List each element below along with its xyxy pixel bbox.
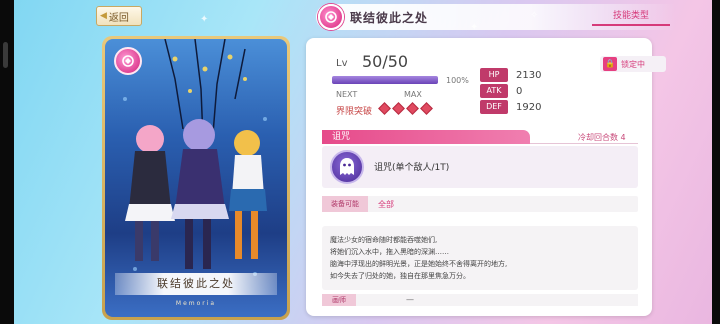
artist-key: 画师 <box>322 294 356 306</box>
stat-key: DEF <box>480 100 508 114</box>
memoria-icon <box>318 4 344 30</box>
limit-break-diamond-icon <box>420 102 433 115</box>
back-label: 返回 <box>108 12 129 24</box>
stat-def: DEF 1920 <box>480 100 541 114</box>
stat-hp: HP 2130 <box>480 68 541 82</box>
max-label: MAX <box>404 90 422 99</box>
curse-ghost-icon[interactable] <box>330 150 364 184</box>
skill-box <box>322 146 638 188</box>
artist-value: — <box>406 295 414 304</box>
skill-tab: 诅咒 <box>322 130 530 144</box>
description-line: 如今失去了归处的她，独自在那里焦急万分。 <box>330 272 470 280</box>
limit-break-diamonds <box>378 102 433 115</box>
skill-type-button[interactable]: 技能类型 <box>592 8 670 26</box>
skill-name: 诅咒(单个敌人/1T) <box>374 163 450 173</box>
limit-break-label: 界限突破 <box>336 107 373 117</box>
description-line: 魔法少女的宿命随时都能吞噬她们, <box>330 236 438 244</box>
stat-key: HP <box>480 68 508 82</box>
camera-cutout <box>3 42 8 68</box>
card-artwork: 联结彼此之处 Memoria <box>105 39 287 317</box>
stat-value: 2130 <box>516 69 542 81</box>
level-progress-fill <box>332 76 438 84</box>
stat-value: 1920 <box>516 101 542 113</box>
equip-row <box>322 196 638 212</box>
lock-toggle[interactable]: 🔒 锁定中 <box>600 56 666 72</box>
sparkle-icon: ✦ <box>200 14 209 25</box>
equip-value: 全部 <box>378 200 394 209</box>
page-title: 联结彼此之处 <box>350 11 429 25</box>
back-chevron-icon: ◀ <box>100 11 107 21</box>
description-box: 魔法少女的宿命随时都能吞噬她们, 将她们沉入水中，拖入黑暗的深渊…… 脑海中浮现… <box>322 226 638 290</box>
lock-icon: 🔒 <box>603 57 617 71</box>
card-name: 联结彼此之处 <box>115 273 277 295</box>
device-right-bezel <box>712 0 720 324</box>
level-progress-bar <box>332 76 438 84</box>
stat-value: 0 <box>516 85 523 97</box>
level-label: Lv <box>336 58 348 69</box>
next-label: NEXT <box>336 90 358 99</box>
limit-break-diamond-icon <box>406 102 419 115</box>
limit-break-diamond-icon <box>378 102 391 115</box>
lock-label: 锁定中 <box>621 59 645 69</box>
device-left-bezel <box>0 0 14 324</box>
equip-key: 装备可能 <box>322 196 368 212</box>
card-type-icon <box>114 47 142 75</box>
stat-key: ATK <box>480 84 508 98</box>
skill-cooldown: 冷却回合数 4 <box>578 133 626 142</box>
stat-atk: ATK 0 <box>480 84 522 98</box>
limit-break-diamond-icon <box>392 102 405 115</box>
card-subtitle: Memoria <box>175 300 217 307</box>
artist-row <box>322 294 638 306</box>
description-line: 将她们沉入水中，拖入黑暗的深渊…… <box>330 248 449 256</box>
game-screen: ✦ ✦ ✧ ◀ 返回 联结彼此之处 技能类型 <box>0 0 720 324</box>
description-line: 脑海中浮现出的鲜明光景，正是她始终不舍得离开的地方, <box>330 260 508 268</box>
back-button[interactable]: ◀ 返回 <box>96 6 142 26</box>
memoria-card: 联结彼此之处 Memoria <box>102 36 290 320</box>
level-value: 50/50 <box>362 52 409 71</box>
level-percent: 100% <box>446 76 469 85</box>
